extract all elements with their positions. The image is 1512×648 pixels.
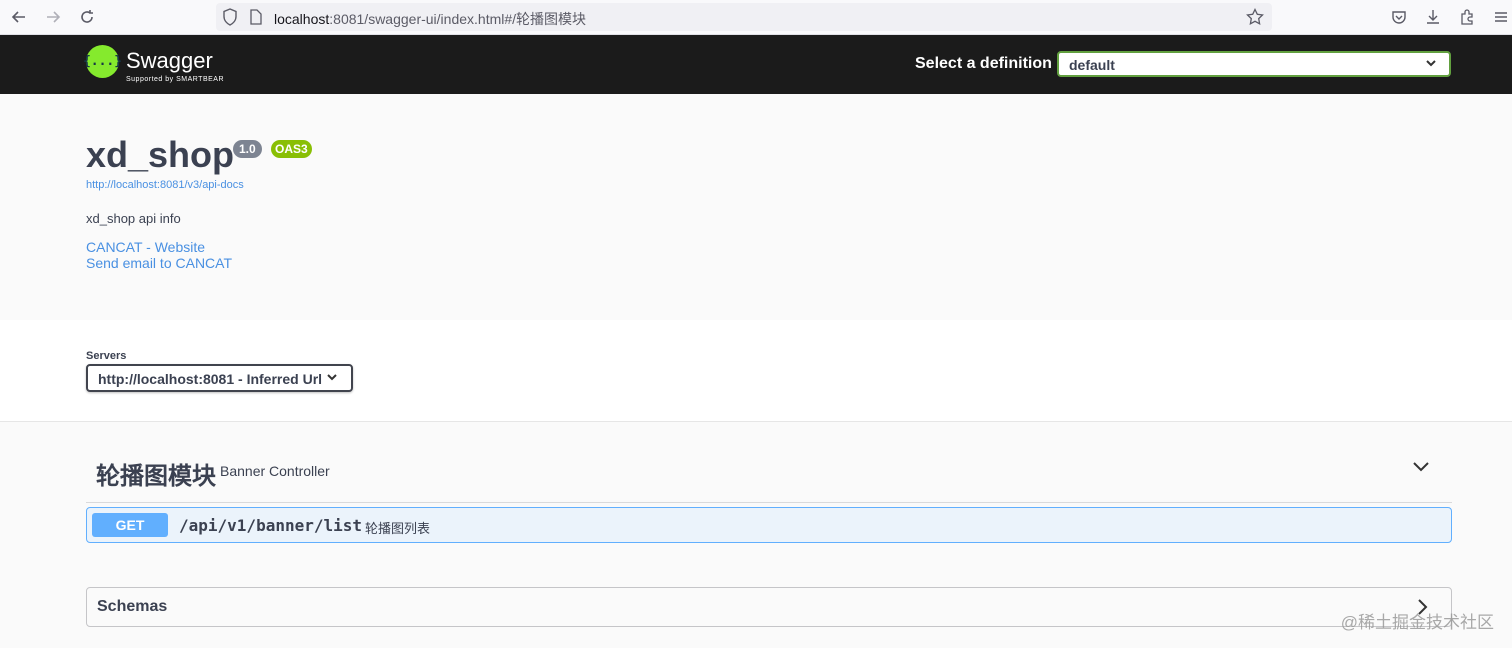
- servers-select[interactable]: http://localhost:8081 - Inferred Url: [86, 364, 353, 392]
- tag-description: Banner Controller: [220, 463, 330, 479]
- api-info: xd_shop 1.0 OAS3 http://localhost:8081/v…: [0, 94, 1512, 320]
- browser-toolbar: localhost:8081/swagger-ui/index.html#/轮播…: [0, 0, 1512, 35]
- servers-label: Servers: [86, 350, 127, 362]
- download-icon[interactable]: [1422, 6, 1444, 28]
- operations-section: 轮播图模块 Banner Controller GET /api/v1/bann…: [0, 422, 1512, 648]
- definition-select-value: default: [1069, 57, 1115, 73]
- operation-path: /api/v1/banner/list: [179, 516, 363, 535]
- reload-icon[interactable]: [76, 6, 98, 28]
- swagger-logo-icon[interactable]: {...}: [83, 45, 122, 78]
- chevron-down-icon: [326, 371, 338, 386]
- schemas-section[interactable]: Schemas: [86, 587, 1452, 627]
- schemas-title: Schemas: [97, 598, 168, 615]
- oas-badge: OAS3: [271, 140, 312, 158]
- api-docs-link[interactable]: http://localhost:8081/v3/api-docs: [86, 179, 244, 191]
- definition-label: Select a definition: [915, 55, 1052, 72]
- extensions-icon[interactable]: [1456, 6, 1478, 28]
- tag-name: 轮播图模块: [96, 463, 216, 490]
- back-icon[interactable]: [8, 6, 30, 28]
- api-description: xd_shop api info: [86, 211, 181, 226]
- menu-icon[interactable]: [1490, 6, 1512, 28]
- chevron-down-icon[interactable]: [1412, 458, 1430, 476]
- opblock-get[interactable]: GET /api/v1/banner/list 轮播图列表: [86, 507, 1452, 543]
- swagger-topbar: {...} Swagger Supported by SMARTBEAR Sel…: [0, 35, 1512, 94]
- bookmark-star-icon[interactable]: [1246, 7, 1264, 31]
- logo-subtitle: Supported by SMARTBEAR: [126, 76, 225, 83]
- contact-website-link[interactable]: CANCAT - Website: [86, 239, 205, 255]
- page-title: xd_shop: [86, 134, 235, 175]
- method-badge: GET: [92, 513, 168, 537]
- chevron-down-icon: [1425, 56, 1437, 72]
- url-text: localhost:8081/swagger-ui/index.html#/轮播…: [274, 11, 587, 27]
- pocket-icon[interactable]: [1388, 6, 1410, 28]
- watermark: @稀土掘金技术社区: [1340, 613, 1494, 632]
- operation-summary: 轮播图列表: [365, 521, 431, 536]
- servers-select-value: http://localhost:8081 - Inferred Url: [98, 371, 323, 387]
- definition-select[interactable]: default: [1057, 51, 1451, 77]
- shield-icon[interactable]: [222, 8, 238, 31]
- servers-section: Servers http://localhost:8081 - Inferred…: [0, 320, 1512, 422]
- page-icon: [250, 9, 262, 30]
- version-badge: 1.0: [233, 140, 262, 158]
- tag-header[interactable]: 轮播图模块 Banner Controller: [86, 442, 1452, 503]
- contact-email-link[interactable]: Send email to CANCAT: [86, 255, 232, 271]
- forward-icon[interactable]: [42, 6, 64, 28]
- logo-title[interactable]: Swagger: [126, 48, 213, 74]
- url-bar[interactable]: localhost:8081/swagger-ui/index.html#/轮播…: [216, 3, 1272, 31]
